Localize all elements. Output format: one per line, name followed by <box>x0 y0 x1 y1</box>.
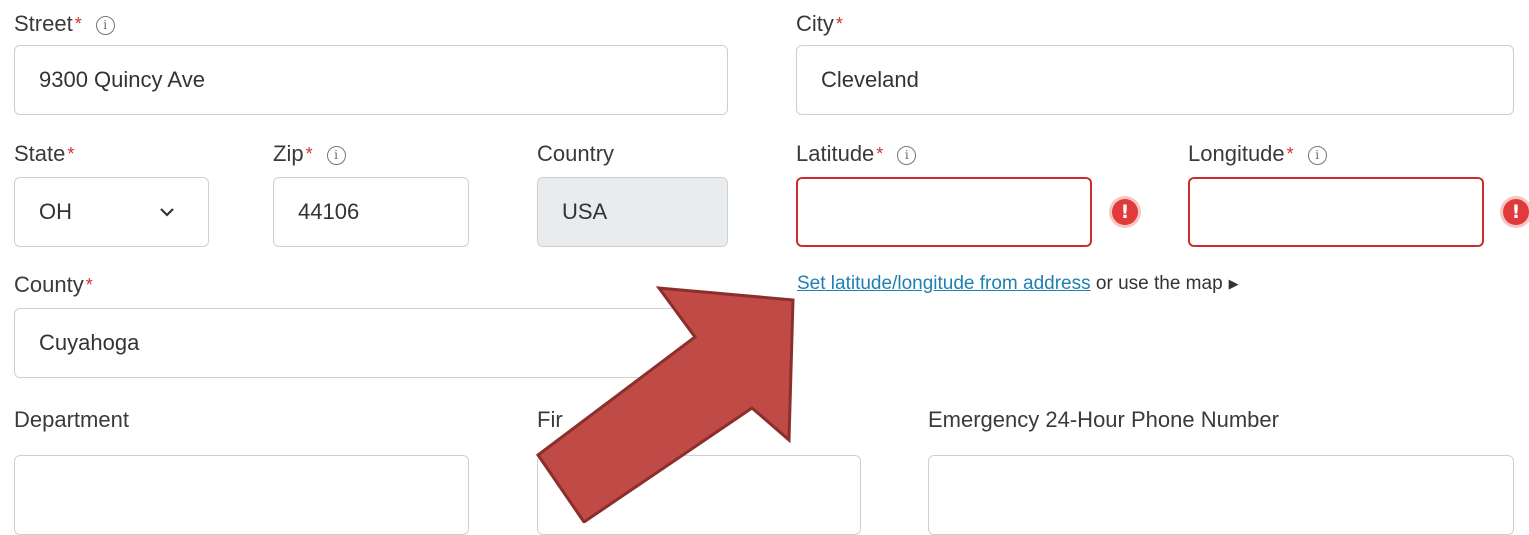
required-asterisk: * <box>1286 144 1294 164</box>
required-asterisk: * <box>74 14 82 34</box>
required-asterisk: * <box>67 144 75 164</box>
state-select[interactable]: OH <box>14 177 209 247</box>
longitude-label: Longitude * i <box>1188 141 1327 167</box>
emergency-phone-label: Emergency 24-Hour Phone Number <box>928 407 1279 432</box>
geo-helper-text: or use the map <box>1095 273 1223 294</box>
set-latlong-link[interactable]: Set latitude/longitude from address <box>797 273 1091 294</box>
geo-helper: Set latitude/longitude from address or u… <box>797 273 1239 295</box>
department-label: Department <box>14 407 129 432</box>
latitude-label: Latitude * i <box>796 141 917 167</box>
error-icon: ! <box>1112 199 1138 225</box>
fire-input[interactable] <box>537 455 861 535</box>
county-input[interactable]: Cuyahoga <box>14 308 728 378</box>
state-label: State * <box>14 141 75 166</box>
info-icon[interactable]: i <box>1307 146 1327 165</box>
latitude-input[interactable] <box>796 177 1092 247</box>
city-label: City * <box>796 11 843 36</box>
chevron-down-icon <box>160 208 174 217</box>
info-icon[interactable]: i <box>326 146 346 165</box>
required-asterisk: * <box>835 14 843 34</box>
info-icon[interactable]: i <box>95 16 115 35</box>
map-toggle-icon[interactable]: ▶ <box>1229 276 1239 291</box>
city-input[interactable]: Cleveland <box>796 45 1514 115</box>
country-input: USA <box>537 177 728 247</box>
street-input[interactable]: 9300 Quincy Ave <box>14 45 728 115</box>
longitude-input[interactable] <box>1188 177 1484 247</box>
zip-input[interactable]: 44106 <box>273 177 469 247</box>
county-label: County * <box>14 272 93 297</box>
required-asterisk: * <box>85 275 93 295</box>
info-icon[interactable]: i <box>897 146 917 165</box>
department-input[interactable] <box>14 455 469 535</box>
street-label: Street * i <box>14 11 115 37</box>
state-value: OH <box>39 199 72 224</box>
error-icon: ! <box>1503 199 1529 225</box>
country-label: Country <box>537 141 615 166</box>
emergency-phone-input[interactable] <box>928 455 1514 535</box>
required-asterisk: * <box>876 144 884 164</box>
fire-label: Fir <box>537 407 563 432</box>
required-asterisk: * <box>305 144 313 164</box>
zip-label: Zip * i <box>273 141 346 167</box>
